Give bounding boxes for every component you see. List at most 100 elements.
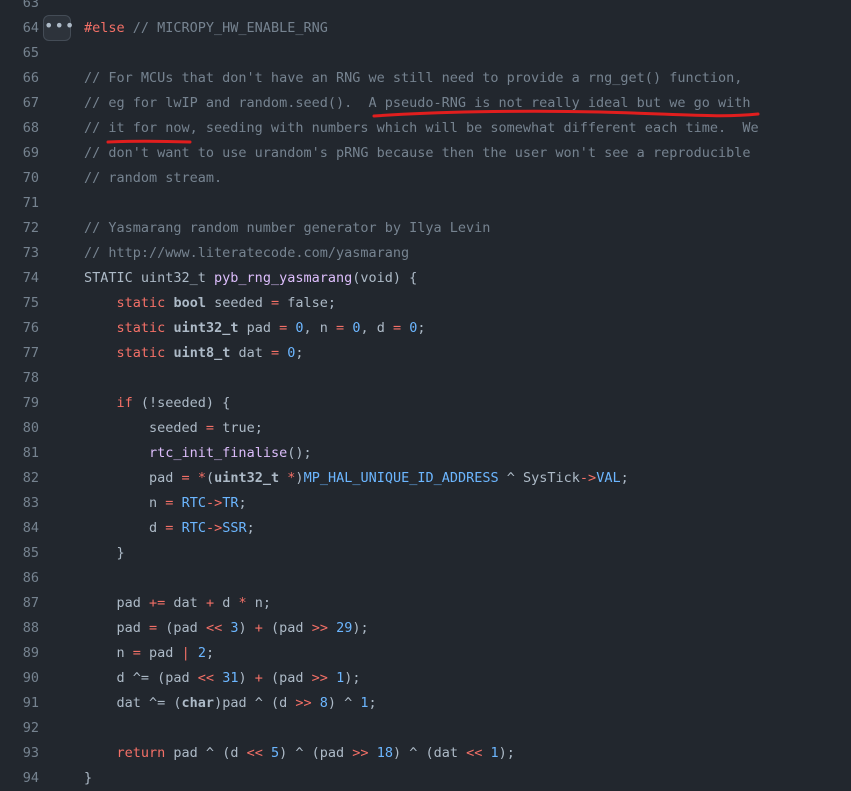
- line-number[interactable]: 74: [0, 266, 39, 291]
- line-number[interactable]: 71: [0, 191, 39, 216]
- code-token: 3: [230, 620, 239, 636]
- code-text: pad = *(uint32_t *)MP_HAL_UNIQUE_ID_ADDR…: [84, 466, 629, 491]
- code-text: d ^= (pad << 31) + (pad >> 1);: [84, 666, 361, 691]
- line-number[interactable]: 66: [0, 66, 39, 91]
- code-token: static: [116, 320, 166, 336]
- code-token: +: [205, 595, 215, 611]
- line-number[interactable]: 85: [0, 541, 39, 566]
- code-token: ->: [205, 520, 223, 536]
- line-number[interactable]: 63: [0, 0, 39, 16]
- code-line-72: 72 // Yasmarang random number generator b…: [0, 216, 851, 241]
- line-number[interactable]: 65: [0, 41, 39, 66]
- code-line-78: 78: [0, 366, 851, 391]
- code-token: 5: [270, 745, 280, 761]
- code-token: ->: [205, 495, 223, 511]
- line-number[interactable]: 72: [0, 216, 39, 241]
- code-token: // http://www.literatecode.com/yasmarang: [84, 245, 410, 261]
- line-number[interactable]: 76: [0, 316, 39, 341]
- code-line-80: 80 seeded = true;: [0, 416, 851, 441]
- code-token: ;: [238, 495, 247, 511]
- code-token: // it for now, seeding with numbers whic…: [84, 120, 759, 136]
- line-number[interactable]: 67: [0, 91, 39, 116]
- code-token: 1: [360, 695, 369, 711]
- code-token: dat ^= (: [84, 695, 182, 711]
- line-number[interactable]: 90: [0, 666, 39, 691]
- line-number[interactable]: 92: [0, 716, 39, 741]
- code-token: static: [116, 345, 166, 361]
- code-token: n;: [246, 595, 271, 611]
- code-token: }: [84, 545, 125, 561]
- line-number[interactable]: 68: [0, 116, 39, 141]
- code-line-67: 67 // eg for lwIP and random.seed(). A ps…: [0, 91, 851, 116]
- code-token: +=: [149, 595, 166, 611]
- code-token: // random stream.: [84, 170, 223, 186]
- line-number[interactable]: 93: [0, 741, 39, 766]
- code-token: uint32_t: [214, 470, 280, 486]
- code-token: d ^= (pad: [84, 670, 198, 686]
- code-token: ;: [295, 345, 304, 361]
- code-token: pad: [140, 645, 182, 661]
- line-number[interactable]: 94: [0, 766, 39, 791]
- code-token: <<: [466, 745, 483, 761]
- code-token: rtc_init_finalise: [149, 445, 288, 461]
- line-number[interactable]: 84: [0, 516, 39, 541]
- line-number[interactable]: 69: [0, 141, 39, 166]
- line-number[interactable]: 79: [0, 391, 39, 416]
- line-number[interactable]: 83: [0, 491, 39, 516]
- code-token: 1: [490, 745, 499, 761]
- line-number[interactable]: 82: [0, 466, 39, 491]
- code-token: if: [116, 395, 133, 411]
- code-text: // it for now, seeding with numbers whic…: [84, 116, 759, 141]
- code-token: <<: [246, 745, 263, 761]
- code-token: ;: [205, 645, 215, 661]
- line-number[interactable]: 64: [0, 16, 39, 41]
- code-line-76: 76 static uint32_t pad = 0, n = 0, d = 0…: [0, 316, 851, 341]
- code-token: uint32_t: [173, 320, 239, 336]
- line-number[interactable]: 91: [0, 691, 39, 716]
- code-token: ): [238, 620, 255, 636]
- code-token: =: [132, 645, 141, 661]
- line-number[interactable]: 70: [0, 166, 39, 191]
- code-token: 29: [336, 620, 353, 636]
- line-number[interactable]: 89: [0, 641, 39, 666]
- code-line-66: 66 // For MCUs that don't have an RNG we …: [0, 66, 851, 91]
- code-text: static uint8_t dat = 0;: [84, 341, 304, 366]
- code-token: ): [238, 670, 255, 686]
- code-line-71: 71: [0, 191, 851, 216]
- code-text: rtc_init_finalise();: [84, 441, 312, 466]
- line-number[interactable]: 81: [0, 441, 39, 466]
- code-token: ;: [368, 695, 377, 711]
- code-line-70: 70 // random stream.: [0, 166, 851, 191]
- code-token: =: [149, 620, 158, 636]
- code-token: >>: [311, 620, 328, 636]
- code-token: dat: [230, 345, 271, 361]
- code-token: |: [181, 645, 190, 661]
- code-token: ->: [579, 470, 597, 486]
- line-number[interactable]: 77: [0, 341, 39, 366]
- code-token: dat: [165, 595, 206, 611]
- code-token: pad: [84, 620, 150, 636]
- line-number[interactable]: 86: [0, 566, 39, 591]
- line-number[interactable]: 73: [0, 241, 39, 266]
- code-line-91: 91 dat ^= (char)pad ^ (d >> 8) ^ 1;: [0, 691, 851, 716]
- code-line-88: 88 pad = (pad << 3) + (pad >> 29);: [0, 616, 851, 641]
- code-text: }: [84, 766, 92, 791]
- code-text: static bool seeded = false;: [84, 291, 337, 316]
- line-number[interactable]: 87: [0, 591, 39, 616]
- line-number[interactable]: 75: [0, 291, 39, 316]
- code-line-68: 68 // it for now, seeding with numbers wh…: [0, 116, 851, 141]
- line-number[interactable]: 88: [0, 616, 39, 641]
- code-token: ;: [417, 320, 426, 336]
- code-token: ) ^ (pad: [279, 745, 353, 761]
- line-number[interactable]: 80: [0, 416, 39, 441]
- code-token: VAL: [596, 470, 621, 486]
- line-number[interactable]: 78: [0, 366, 39, 391]
